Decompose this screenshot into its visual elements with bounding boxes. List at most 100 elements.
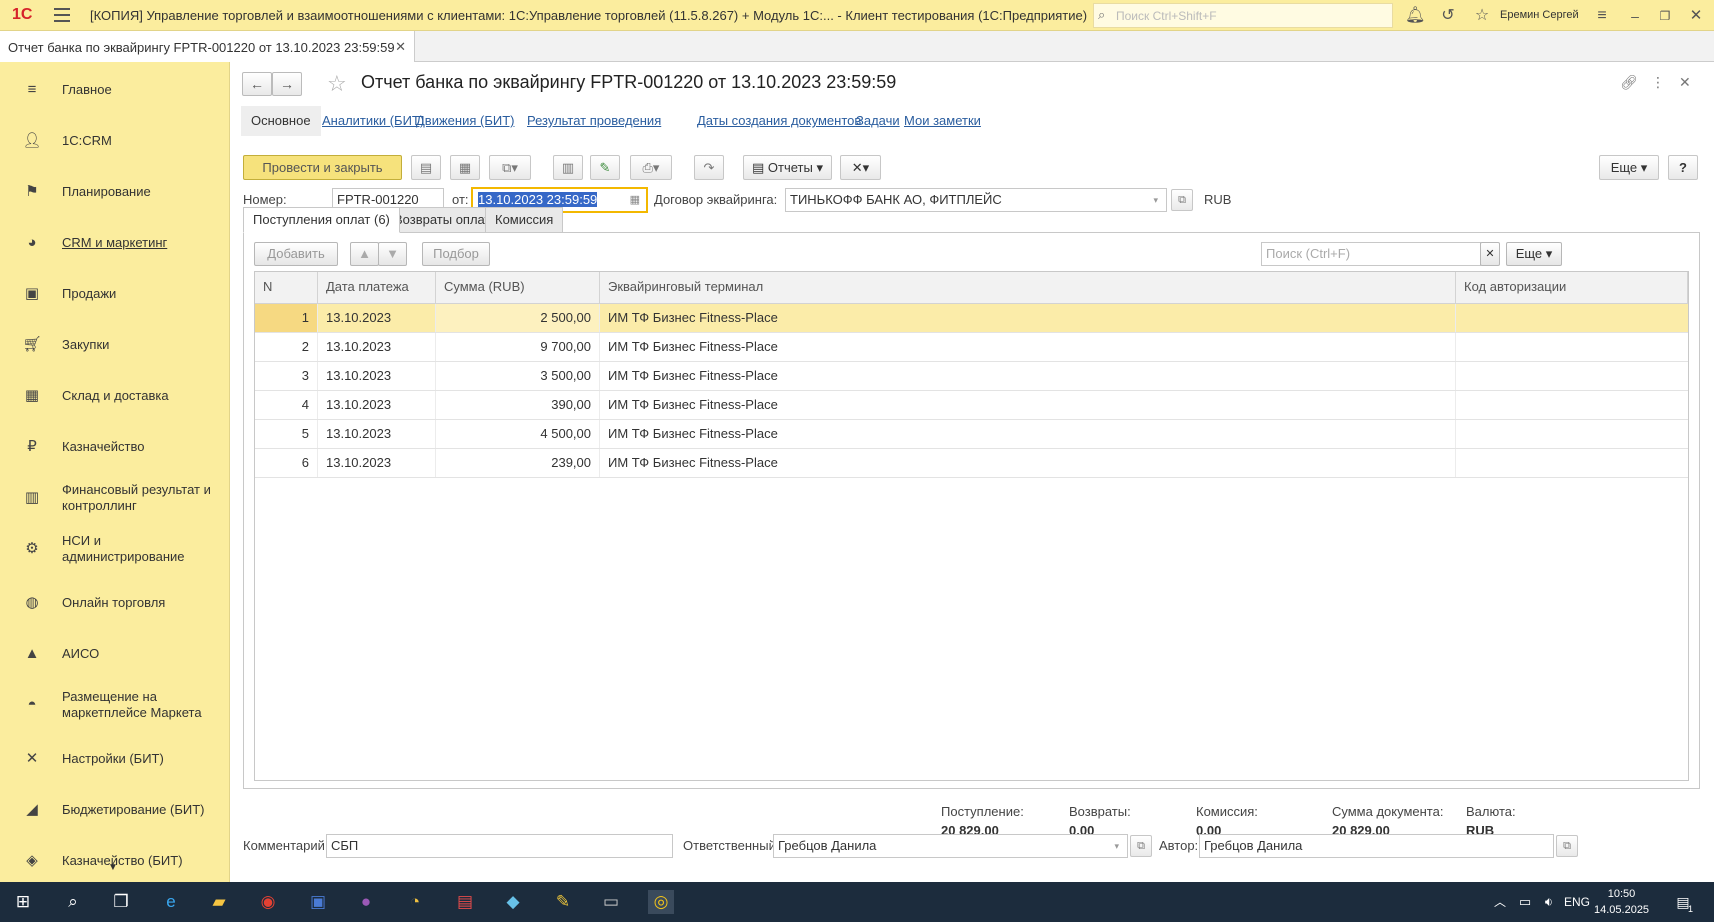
table-row[interactable]: 4 13.10.2023 390,00 ИМ ТФ Бизнес Fitness-Pl… [255,391,1688,420]
dropdown-arrow-icon[interactable]: ▾ [1114,835,1119,857]
sidebar-item[interactable]: ₽ Казначейство [0,427,229,467]
grid-more-button[interactable]: Еще ▾ [1506,242,1562,266]
move-down-icon[interactable]: ▼ [378,242,407,266]
chrome-icon[interactable]: ◉ [255,890,281,914]
history-icon[interactable]: ↺ [1438,6,1458,26]
close-tab-icon[interactable]: ✕ [395,39,406,55]
app-logo[interactable]: 1С [12,6,32,24]
edge-icon[interactable]: e [158,890,184,914]
sidebar-item[interactable]: ✕ Настройки (БИТ) [0,739,229,779]
volume-icon[interactable]: 🔉︎ [1536,890,1562,914]
tab-acquiring-report[interactable]: Отчет банка по эквайрингу FPTR-001220 от… [0,31,415,62]
column-header[interactable]: N [255,272,318,304]
calendar-icon[interactable]: ▦ [630,189,640,211]
network-icon[interactable]: ▭ [1512,890,1538,914]
table-row[interactable]: 6 13.10.2023 239,00 ИМ ТФ Бизнес Fitness-Pl… [255,449,1688,478]
section-link[interactable]: Основное [241,106,321,136]
section-link[interactable]: Задачи [856,106,900,136]
sidebar-item[interactable]: ◓ Размещение на маркетплейсе Маркета [0,685,229,725]
redo-arrow-icon[interactable]: ↷ [694,155,724,180]
section-link[interactable]: Мои заметки [904,106,981,136]
save-icon[interactable]: ▤ [411,155,441,180]
pick-button[interactable]: Подбор [422,242,490,266]
column-header[interactable]: Сумма (RUB) [436,272,600,304]
sidebar-item[interactable]: ▲ АИСО [0,634,229,674]
open-contract-icon[interactable]: ⧉ [1171,189,1193,211]
document-tab[interactable]: Поступления оплат (6) [243,207,400,233]
table-row[interactable]: 2 13.10.2023 9 700,00 ИМ ТФ Бизнес Fitness-… [255,333,1688,362]
sidebar-item[interactable]: ◈ Казначейство (БИТ) [0,841,229,881]
global-search-input[interactable]: ⌕ Поиск Ctrl+Shift+F [1093,3,1393,28]
sidebar-item[interactable]: 🛒︎ Закупки [0,325,229,365]
print-menu-icon[interactable]: ⎙▾ [630,155,672,180]
column-header[interactable]: Код авторизации [1456,272,1688,304]
link-icon[interactable]: 🔗︎ [1620,74,1638,91]
close-window-icon[interactable]: ✕ [1686,6,1706,26]
sidebar-item[interactable]: 👤︎ 1С:CRM [0,121,229,161]
dropdown-arrow-icon[interactable]: ▾ [1153,189,1158,211]
back-button[interactable]: ← [242,72,272,96]
github-icon[interactable]: ● [353,890,379,914]
more-vertical-icon[interactable]: ⋮ [1651,74,1665,91]
design-app-icon[interactable]: ✎ [550,890,576,914]
section-link[interactable]: Аналитики (БИТ) [322,106,424,136]
windows-start-icon[interactable]: ⊞ [10,890,36,914]
minimize-icon[interactable]: – [1625,6,1645,26]
section-link[interactable]: Результат проведения [527,106,661,136]
sidebar-item[interactable]: ◍ Онлайн торговля [0,583,229,623]
comment-field[interactable]: СБП [326,834,673,858]
sidebar-item[interactable]: ◕ CRM и маркетинг [0,223,229,263]
post-and-close-button[interactable]: Провести и закрыть [243,155,402,180]
sidebar-item[interactable]: ▦ Склад и доставка [0,376,229,416]
responsible-field[interactable]: Гребцов Данила ▾ [773,834,1128,858]
create-based-on-icon[interactable]: ⧉▾ [489,155,531,180]
column-header[interactable]: Дата платежа [318,272,436,304]
forward-button[interactable]: → [272,72,302,96]
table-row[interactable]: 5 13.10.2023 4 500,00 ИМ ТФ Бизнес Fitness-… [255,420,1688,449]
post-icon[interactable]: ▦ [450,155,480,180]
sidebar-item[interactable]: ⚑ Планирование [0,172,229,212]
help-button[interactable]: ? [1668,155,1698,180]
document-tab[interactable]: Комиссия [485,207,564,233]
table-row[interactable]: 1 13.10.2023 2 500,00 ИМ ТФ Бизнес Fitness-… [255,304,1688,333]
move-up-icon[interactable]: ▲ [350,242,379,266]
table-row[interactable]: 3 13.10.2023 3 500,00 ИМ ТФ Бизнес Fitness-… [255,362,1688,391]
open-responsible-icon[interactable]: ⧉ [1130,835,1152,857]
sidebar-item[interactable]: ≡ Главное [0,70,229,110]
main-menu-icon[interactable] [54,8,70,22]
search-icon[interactable]: ⌕ [60,890,86,914]
sidebar-item[interactable]: ◢ Бюджетирование (БИТ) [0,790,229,830]
column-header[interactable]: Эквайринговый терминал [600,272,1456,304]
close-form-icon[interactable]: ✕ [1679,74,1691,91]
reports-button[interactable]: ▤ Отчеты ▾ [743,155,832,180]
more-button[interactable]: Еще ▾ [1599,155,1659,180]
edit-green-icon[interactable]: ✎ [590,155,620,180]
terminal-icon[interactable]: ▭ [598,890,624,914]
clock[interactable]: 10:50 14.05.2025 [1594,886,1649,918]
tray-chevron-icon[interactable]: ︿ [1487,890,1513,914]
sidebar-item[interactable]: ▣ Продажи [0,274,229,314]
document-tab[interactable]: Возвраты оплат [384,207,501,233]
sidebar-item[interactable]: ⚙ НСИ и администрирование [0,529,229,569]
clock-app-icon[interactable]: ◔ [402,890,428,914]
section-link[interactable]: Движения (БИТ) [416,106,514,136]
favorite-star-icon[interactable]: ☆ [327,71,347,97]
contract-field[interactable]: ТИНЬКОФФ БАНК АО, ФИТПЛЕЙС ▾ [785,188,1167,212]
sidebar-scroll-down-icon[interactable]: ▼ [108,862,118,873]
language-indicator[interactable]: ENG [1564,895,1590,909]
sidebar-item[interactable]: ▥ Финансовый результат и контроллинг [0,478,229,518]
clear-search-icon[interactable]: ✕ [1480,242,1500,266]
settings-menu-icon[interactable]: ≡ [1592,6,1612,26]
user-name[interactable]: Еремин Сергей [1500,9,1579,21]
save-app-icon[interactable]: ▣ [305,890,331,914]
add-row-button[interactable]: Добавить [254,242,338,266]
section-link[interactable]: Даты создания документов [697,106,861,136]
notes-app-icon[interactable]: ◆ [500,890,526,914]
file-explorer-icon[interactable]: ▰ [206,890,232,914]
1c-app-icon[interactable]: ◎ [648,890,674,914]
printer-app-icon[interactable]: ▤ [452,890,478,914]
tools-menu-icon[interactable]: ✕▾ [840,155,881,180]
restore-icon[interactable]: ❐ [1655,6,1675,26]
bell-icon[interactable]: 🔔︎ [1405,6,1425,26]
favorites-star-icon[interactable]: ☆ [1472,6,1492,26]
